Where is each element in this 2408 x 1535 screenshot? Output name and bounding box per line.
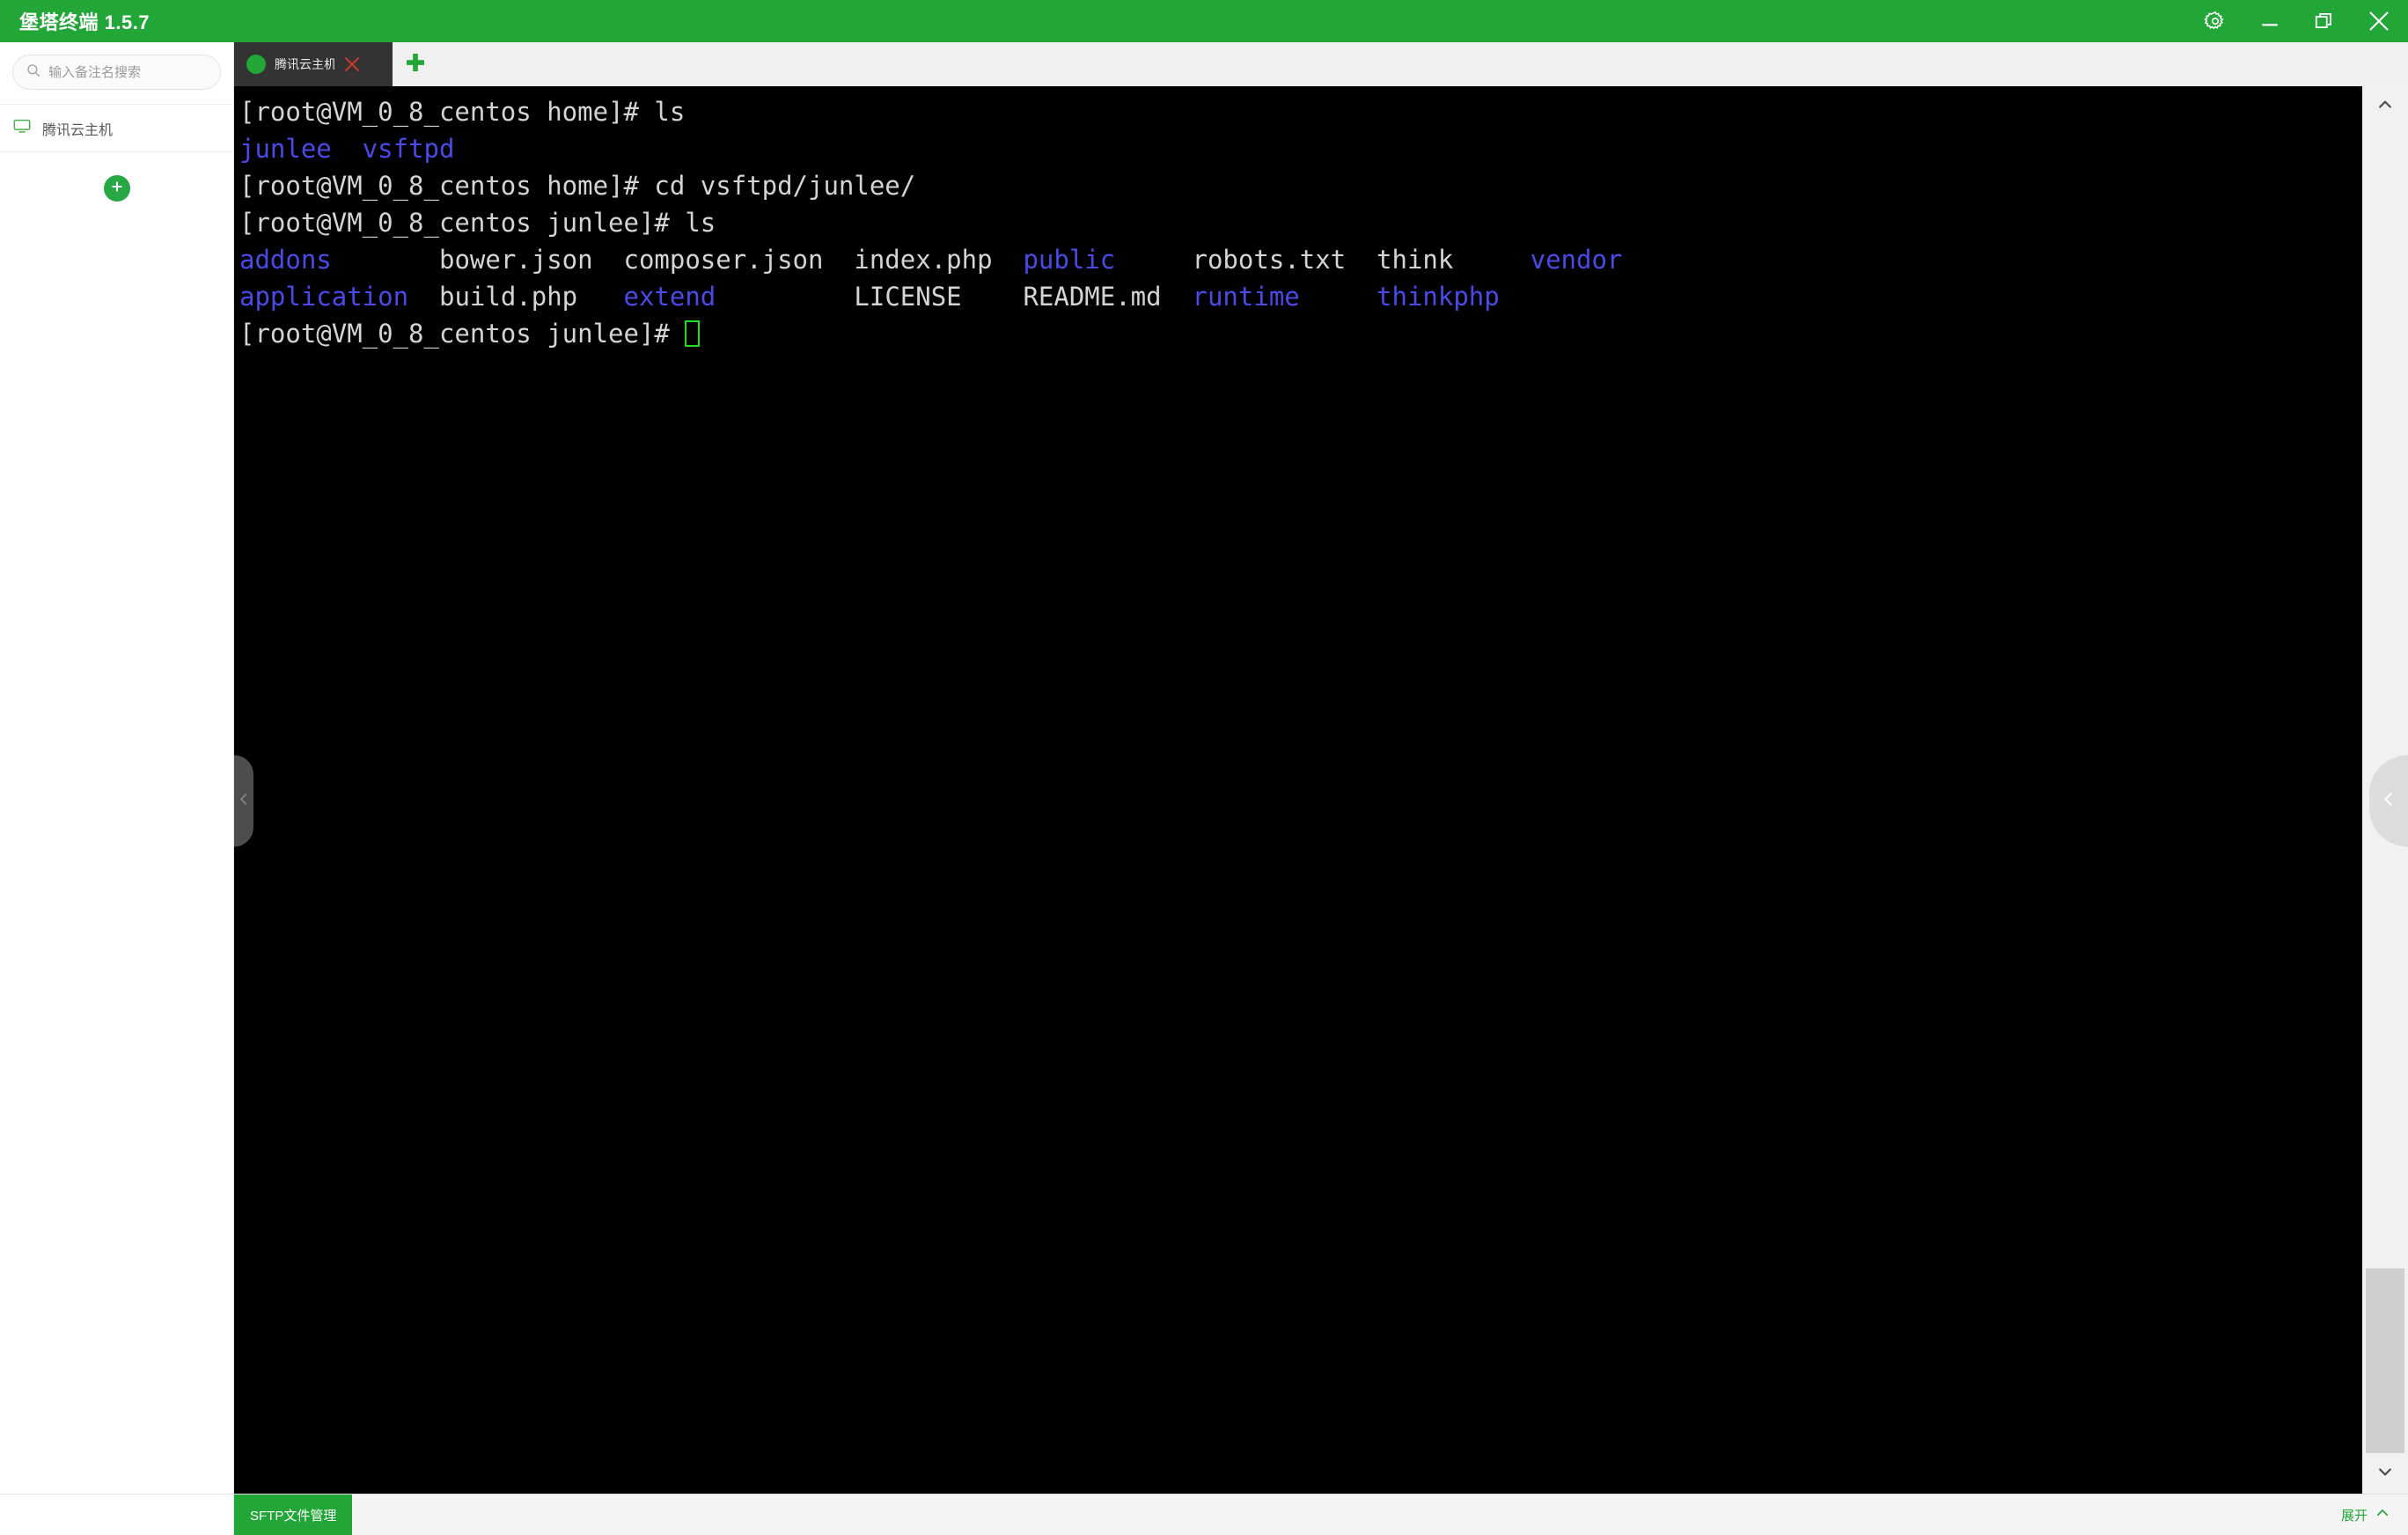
left-panel-collapse-handle[interactable] (234, 755, 253, 847)
chevron-up-icon (2376, 96, 2394, 118)
terminal-directory-name: vsftpd (362, 134, 455, 164)
chevron-left-icon (2379, 790, 2398, 813)
terminal-directory-name: application (239, 282, 409, 312)
scrollbar-thumb[interactable] (2366, 1268, 2404, 1453)
app-title: 堡塔终端 1.5.7 (19, 11, 150, 33)
sidebar-bottom-strip (0, 1494, 234, 1535)
bottom-bar-spacer (352, 1495, 2341, 1535)
settings-button[interactable] (2200, 6, 2230, 36)
terminal-directory-name: public (1023, 245, 1116, 275)
search-box[interactable] (12, 55, 221, 90)
terminal-directory-name: addons (239, 245, 332, 275)
tab-bar: 腾讯云主机 (234, 42, 2408, 86)
plus-icon (402, 49, 429, 80)
terminal-line: [root@VM_0_8_centos junlee]# (239, 315, 2362, 352)
tab-close-button[interactable] (340, 52, 364, 77)
gear-icon (2204, 10, 2227, 33)
host-list-item[interactable]: 腾讯云主机 (0, 105, 233, 152)
terminal-line: addons bower.json composer.json index.ph… (239, 241, 2362, 278)
monitor-icon (12, 116, 32, 140)
terminal-line: application build.php extend LICENSE REA… (239, 278, 2362, 315)
terminal-directory-name: thinkphp (1377, 282, 1500, 312)
terminal-text: build.php (408, 282, 624, 312)
terminal-text: [root@VM_0_8_centos junlee]# (239, 319, 686, 349)
terminal-text: LICENSE README.md (716, 282, 1193, 312)
sidebar: 腾讯云主机 (0, 42, 234, 1535)
terminal-output[interactable]: [root@VM_0_8_centos home]# ls junlee vsft… (234, 86, 2362, 1494)
chevron-left-icon (236, 791, 252, 812)
close-icon (2366, 8, 2392, 34)
terminal-line: [root@VM_0_8_centos home]# cd vsftpd/jun… (239, 167, 2362, 204)
terminal-area: [root@VM_0_8_centos home]# ls junlee vsft… (234, 86, 2408, 1494)
minimize-icon (2258, 10, 2281, 33)
new-tab-button[interactable] (393, 42, 438, 86)
terminal-line: [root@VM_0_8_centos junlee]# ls (239, 204, 2362, 241)
host-label: 腾讯云主机 (42, 122, 114, 138)
scroll-up-button[interactable] (2362, 86, 2408, 127)
terminal-directory-name: runtime (1192, 282, 1300, 312)
terminal-text: robots.txt think (1115, 245, 1531, 275)
tab-tencent-cloud-host[interactable]: 腾讯云主机 (234, 42, 393, 86)
add-host-button[interactable] (103, 175, 130, 202)
tab-label: 腾讯云主机 (275, 57, 334, 71)
terminal-directory-name: vendor (1530, 245, 1623, 275)
chevron-down-icon (2376, 1463, 2394, 1485)
terminal-text: [root@VM_0_8_centos home]# ls (239, 97, 686, 127)
restore-icon (2313, 10, 2336, 33)
search-icon (26, 62, 41, 83)
close-button[interactable] (2364, 6, 2394, 36)
plus-icon (110, 180, 124, 198)
terminal-line: [root@VM_0_8_centos home]# ls (239, 93, 2362, 130)
host-list: 腾讯云主机 (0, 104, 233, 152)
terminal-directory-name: junlee (239, 134, 332, 164)
sftp-button-label: SFTP文件管理 (250, 1508, 337, 1524)
terminal-cursor (685, 320, 701, 347)
terminal-line: junlee vsftpd (239, 130, 2362, 167)
terminal-text: [root@VM_0_8_centos home]# cd vsftpd/jun… (239, 171, 916, 201)
search-input[interactable] (48, 64, 208, 80)
terminal-text: [root@VM_0_8_centos junlee]# ls (239, 208, 716, 238)
add-host-wrapper (0, 175, 233, 202)
terminal-directory-name: extend (623, 282, 716, 312)
title-bar: 堡塔终端 1.5.7 (0, 0, 2408, 42)
minimize-button[interactable] (2255, 6, 2285, 36)
expand-button-label: 展开 (2340, 1508, 2368, 1524)
tab-bar-empty-area (438, 42, 2408, 86)
terminal-text: bower.json composer.json index.php (331, 245, 1024, 275)
bottom-bar: SFTP文件管理 展开 (234, 1494, 2408, 1535)
chevron-up-icon (2375, 1505, 2390, 1524)
app-window: 堡塔终端 1.5.7 输入备注名搜索 腾讯云主机 腾讯云主机 [root@VM_… (0, 0, 2408, 1535)
scroll-down-button[interactable] (2362, 1453, 2408, 1494)
expand-button[interactable]: 展开 (2341, 1495, 2408, 1535)
restore-button[interactable] (2309, 6, 2339, 36)
sftp-file-manager-button[interactable]: SFTP文件管理 (234, 1495, 353, 1535)
connection-status-dot (246, 55, 266, 74)
window-controls (2200, 0, 2408, 42)
